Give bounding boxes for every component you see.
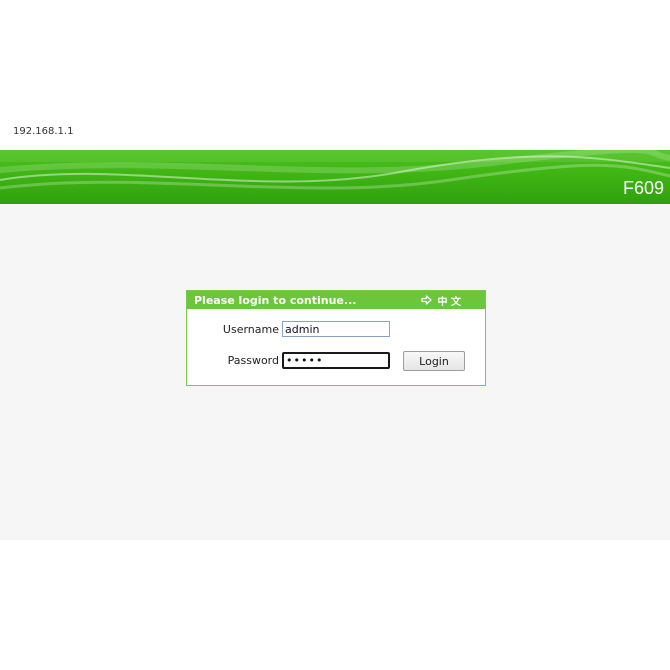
model-name: F609 (622, 178, 664, 198)
page: 192.168.1.1 F609 Please login to continu… (0, 0, 670, 670)
login-title: Please login to continue... (194, 293, 357, 307)
username-input[interactable] (282, 321, 390, 337)
username-row: Username (187, 321, 390, 337)
username-label: Username (222, 322, 279, 336)
address-text: 192.168.1.1 (13, 126, 74, 137)
login-header: Please login to continue... 中 文 (187, 291, 485, 309)
banner-wave-decoration (0, 150, 670, 190)
language-switch-label: 中 文 (437, 296, 461, 308)
login-box: Please login to continue... 中 文 Username… (186, 290, 486, 386)
header-banner (0, 150, 670, 204)
password-row: Password (187, 352, 390, 369)
password-label: Password (227, 354, 279, 367)
arrow-right-icon (420, 295, 432, 305)
language-switch-link[interactable]: 中 文 (420, 293, 461, 308)
login-button[interactable]: Login (403, 351, 465, 371)
password-input[interactable] (282, 352, 390, 369)
